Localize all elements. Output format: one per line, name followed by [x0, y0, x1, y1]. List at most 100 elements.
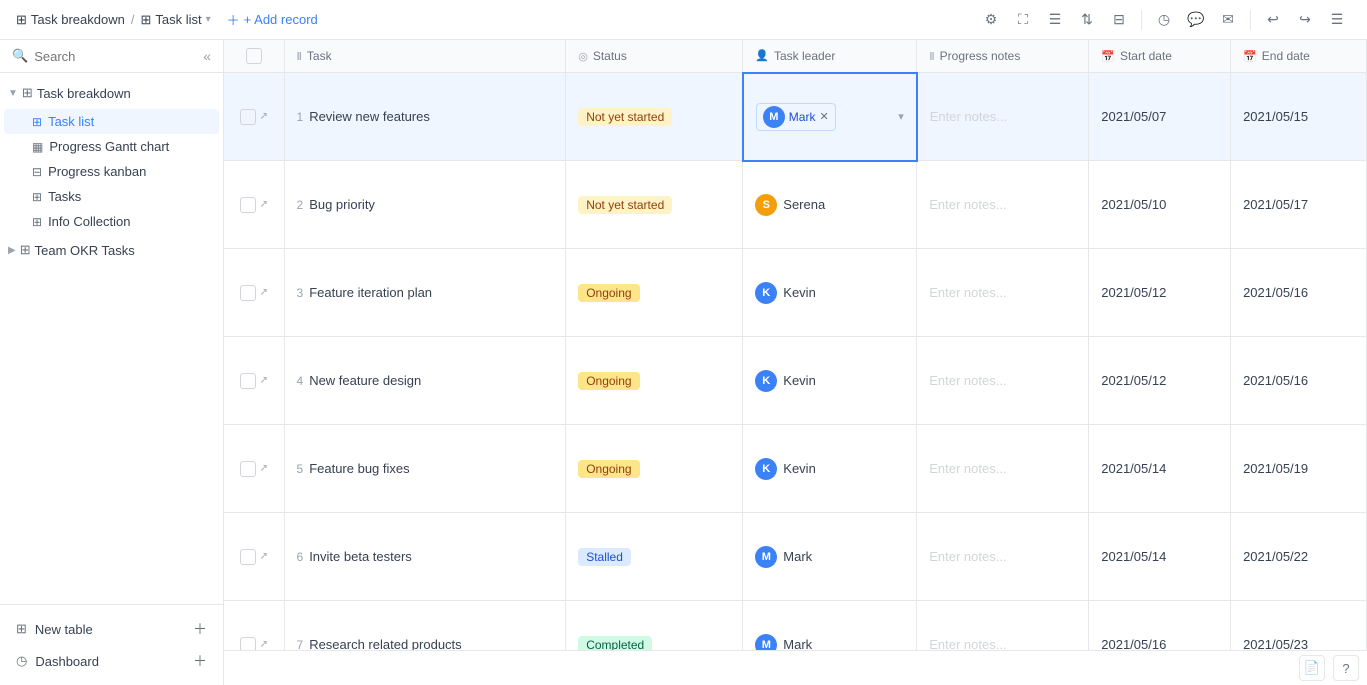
expand-icon[interactable]: ↗: [260, 639, 268, 650]
end-date-cell[interactable]: 2021/05/15: [1231, 73, 1367, 161]
end-date-cell[interactable]: 2021/05/16: [1231, 249, 1367, 337]
expand-icon[interactable]: ↗: [260, 375, 268, 386]
notes-cell[interactable]: Enter notes...: [917, 425, 1089, 513]
notes-cell[interactable]: Enter notes...: [917, 601, 1089, 651]
leader-dropdown-button[interactable]: ▾: [898, 110, 904, 123]
task-cell[interactable]: 4New feature design: [284, 337, 566, 425]
sidebar-item-tasks[interactable]: ⊞ Tasks •••: [4, 184, 219, 209]
group-okr-add-button[interactable]: ＋: [173, 240, 193, 260]
notes-cell[interactable]: Enter notes...: [917, 249, 1089, 337]
search-input[interactable]: [34, 49, 197, 64]
sidebar-dashboard[interactable]: ◷ Dashboard ＋: [8, 645, 215, 677]
row-checkbox[interactable]: [240, 285, 256, 301]
fields-button[interactable]: ☰: [1041, 6, 1069, 34]
status-cell[interactable]: Ongoing: [566, 249, 743, 337]
history-button[interactable]: ◷: [1150, 6, 1178, 34]
leader-cell[interactable]: K Kevin: [743, 337, 917, 425]
status-cell[interactable]: Ongoing: [566, 337, 743, 425]
expand-icon[interactable]: ↗: [260, 551, 268, 562]
group-add-button[interactable]: ＋: [173, 83, 193, 103]
sidebar-new-table[interactable]: ⊞ New table ＋: [8, 613, 215, 645]
expand-icon[interactable]: ↗: [260, 463, 268, 474]
sidebar-item-gantt[interactable]: ▦ Progress Gantt chart •••: [4, 134, 219, 159]
status-cell[interactable]: Stalled: [566, 513, 743, 601]
row-checkbox[interactable]: [240, 637, 256, 651]
task-cell[interactable]: 6Invite beta testers: [284, 513, 566, 601]
task-cell[interactable]: 1Review new features: [284, 73, 566, 161]
col-progress-notes[interactable]: Ⅱ Progress notes: [917, 40, 1089, 73]
col-end-date[interactable]: 📅 End date: [1231, 40, 1367, 73]
row-checkbox[interactable]: [240, 461, 256, 477]
leader-cell[interactable]: M Mark ✕ ▾: [743, 73, 917, 161]
end-date-cell[interactable]: 2021/05/17: [1231, 161, 1367, 249]
redo-button[interactable]: ↪: [1291, 6, 1319, 34]
group-button[interactable]: ⊟: [1105, 6, 1133, 34]
leader-cell[interactable]: M Mark: [743, 513, 917, 601]
end-date-cell[interactable]: 2021/05/16: [1231, 337, 1367, 425]
start-date-cell[interactable]: 2021/05/12: [1089, 249, 1231, 337]
col-start-date[interactable]: 📅 Start date: [1089, 40, 1231, 73]
start-date-cell[interactable]: 2021/05/14: [1089, 513, 1231, 601]
chat-button[interactable]: ✉: [1214, 6, 1242, 34]
status-cell[interactable]: Completed: [566, 601, 743, 651]
settings-button[interactable]: ⚙: [977, 6, 1005, 34]
row-checkbox[interactable]: [240, 109, 256, 125]
help-icon-button[interactable]: ?: [1333, 655, 1359, 681]
notes-cell[interactable]: Enter notes...: [917, 513, 1089, 601]
undo-button[interactable]: ↩: [1259, 6, 1287, 34]
task-cell[interactable]: 3Feature iteration plan: [284, 249, 566, 337]
new-table-add-button[interactable]: ＋: [193, 619, 207, 639]
doc-icon-button[interactable]: 📄: [1299, 655, 1325, 681]
leader-cell[interactable]: K Kevin: [743, 425, 917, 513]
notes-cell[interactable]: Enter notes...: [917, 337, 1089, 425]
expand-icon[interactable]: ↗: [260, 111, 268, 122]
task-cell[interactable]: 5Feature bug fixes: [284, 425, 566, 513]
col-task-leader[interactable]: 👤 Task leader: [743, 40, 917, 73]
status-cell[interactable]: Not yet started: [566, 73, 743, 161]
dashboard-add-button[interactable]: ＋: [193, 651, 207, 671]
leader-cell[interactable]: M Mark: [743, 601, 917, 651]
task-cell[interactable]: 2Bug priority: [284, 161, 566, 249]
row-checkbox[interactable]: [240, 373, 256, 389]
breadcrumb-task-list[interactable]: ⊞ Task list ▾: [140, 12, 210, 28]
expand-icon[interactable]: ↗: [260, 287, 268, 298]
task-cell[interactable]: 7Research related products: [284, 601, 566, 651]
group-more-button[interactable]: •••: [195, 83, 215, 103]
summary-button[interactable]: ☰: [1323, 6, 1351, 34]
start-date-cell[interactable]: 2021/05/07: [1089, 73, 1231, 161]
start-date-cell[interactable]: 2021/05/10: [1089, 161, 1231, 249]
leader-cell[interactable]: K Kevin: [743, 249, 917, 337]
expand-icon[interactable]: ↗: [260, 199, 268, 210]
add-record-button[interactable]: ＋ + Add record: [217, 6, 328, 33]
row-checkbox[interactable]: [240, 197, 256, 213]
end-date-cell[interactable]: 2021/05/23: [1231, 601, 1367, 651]
notes-cell[interactable]: Enter notes...: [917, 73, 1089, 161]
leader-cell[interactable]: S Serena: [743, 161, 917, 249]
col-task[interactable]: Ⅱ Task: [284, 40, 566, 73]
sort-button[interactable]: ⇅: [1073, 6, 1101, 34]
col-status[interactable]: ◎ Status: [566, 40, 743, 73]
end-date-cell[interactable]: 2021/05/19: [1231, 425, 1367, 513]
start-date-cell[interactable]: 2021/05/12: [1089, 337, 1231, 425]
header-checkbox[interactable]: [246, 48, 262, 64]
start-date-cell[interactable]: 2021/05/16: [1089, 601, 1231, 651]
avatar: M: [763, 106, 785, 128]
breadcrumb-task-breakdown[interactable]: ⊞ Task breakdown: [16, 12, 125, 28]
sidebar-collapse-button[interactable]: «: [203, 48, 211, 64]
filter-button[interactable]: ⛶: [1009, 6, 1037, 34]
start-date-cell[interactable]: 2021/05/14: [1089, 425, 1231, 513]
status-cell[interactable]: Not yet started: [566, 161, 743, 249]
sidebar-group-header-okr[interactable]: ▶ ⊞ Team OKR Tasks ＋ •••: [0, 234, 223, 266]
sidebar-item-label-gantt: Progress Gantt chart: [49, 139, 188, 154]
row-checkbox[interactable]: [240, 549, 256, 565]
sidebar-item-info-collection[interactable]: ⊞ Info Collection •••: [4, 209, 219, 234]
notes-cell[interactable]: Enter notes...: [917, 161, 1089, 249]
comments-button[interactable]: 💬: [1182, 6, 1210, 34]
sidebar-item-kanban[interactable]: ⊟ Progress kanban •••: [4, 159, 219, 184]
group-okr-more-button[interactable]: •••: [195, 240, 215, 260]
sidebar-item-task-list[interactable]: ⊞ Task list •••: [4, 109, 219, 134]
end-date-cell[interactable]: 2021/05/22: [1231, 513, 1367, 601]
status-cell[interactable]: Ongoing: [566, 425, 743, 513]
sidebar-group-header-task-breakdown[interactable]: ▼ ⊞ Task breakdown ＋ •••: [0, 77, 223, 109]
leader-remove-button[interactable]: ✕: [819, 110, 828, 123]
